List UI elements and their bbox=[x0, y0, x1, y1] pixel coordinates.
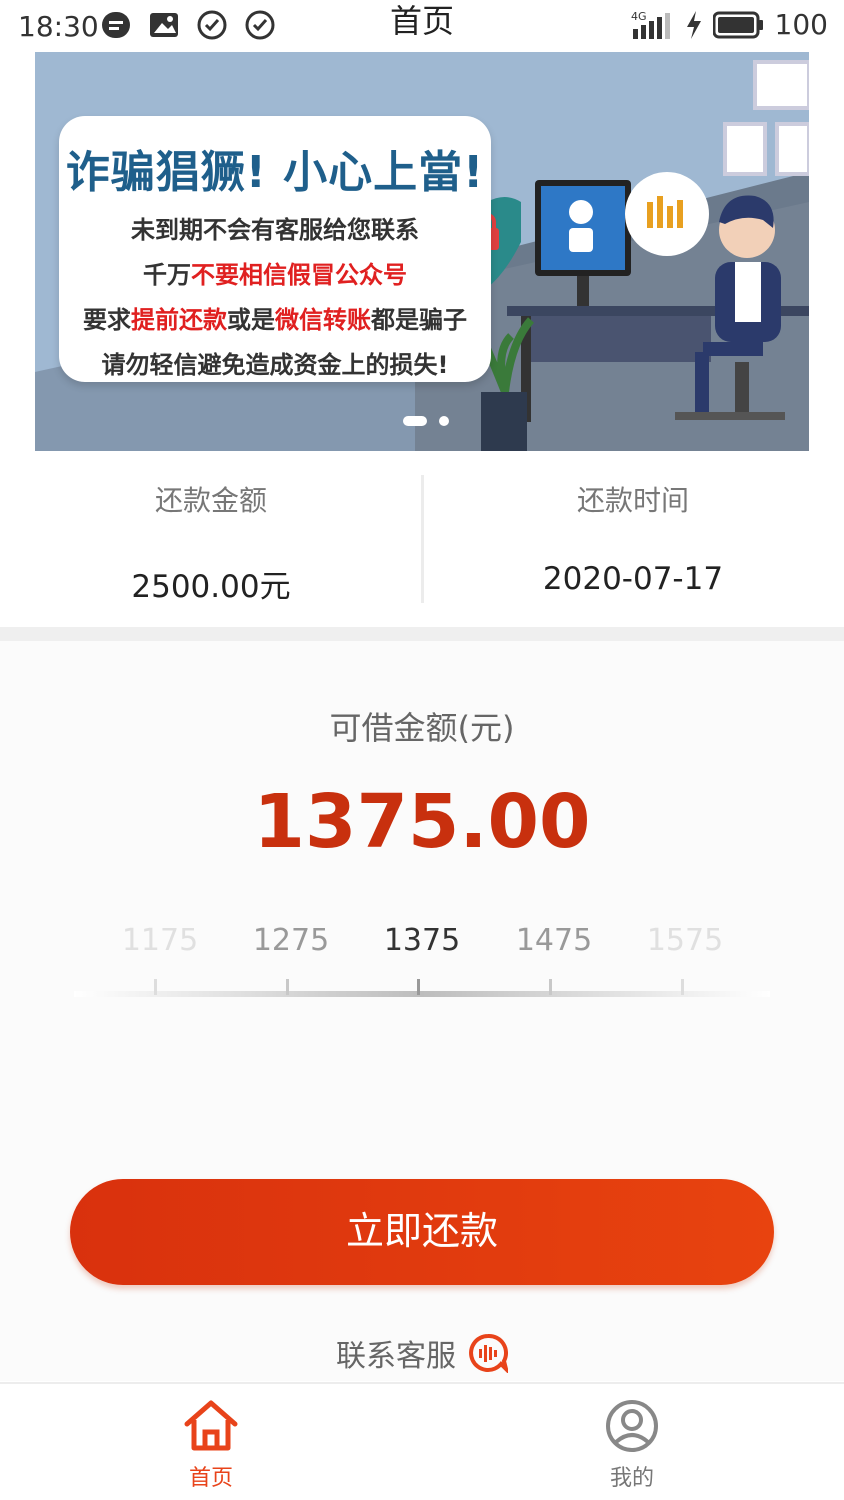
bottom-tab-bar: 首页 我的 bbox=[0, 1382, 844, 1500]
warning-line-1: 未到期不会有客服给您联系 bbox=[131, 216, 419, 244]
ruler-label-selected[interactable]: 1375 bbox=[362, 923, 482, 958]
warning-line-3-prefix: 要求 bbox=[83, 306, 131, 334]
repayment-amount-block: 还款金额 2500.00元 bbox=[0, 451, 422, 627]
ruler-tick bbox=[549, 979, 552, 995]
home-icon[interactable] bbox=[182, 1398, 240, 1454]
section-divider bbox=[0, 627, 844, 641]
available-amount-label: 可借金额(元) bbox=[329, 709, 515, 747]
tab-mine[interactable]: 我的 bbox=[572, 1398, 692, 1492]
svg-text:4G: 4G bbox=[631, 10, 647, 23]
loan-section: 可借金额(元) 1375.00 1175 1275 1375 1475 1575… bbox=[0, 641, 844, 1381]
customer-service-icon[interactable] bbox=[468, 1333, 508, 1373]
ruler-label[interactable]: 1575 bbox=[625, 923, 745, 958]
warning-line-3: 要求提前还款或是微信转账都是骗子 bbox=[59, 300, 491, 335]
fraud-warning-banner[interactable]: 诈骗猖獗! 小心上當! 未到期不会有客服给您联系 千万不要相信假冒公众号 要求提… bbox=[35, 52, 809, 451]
repay-now-button[interactable]: 立即还款 bbox=[70, 1179, 774, 1285]
ruler-label[interactable]: 1275 bbox=[231, 923, 351, 958]
ruler-track[interactable] bbox=[74, 991, 770, 997]
status-bar: 18:30 首页 4G 100 bbox=[0, 0, 844, 52]
profile-icon[interactable] bbox=[604, 1398, 660, 1454]
warning-line-3-mid: 或是 bbox=[227, 306, 275, 334]
ruler-tick bbox=[154, 979, 157, 995]
tab-mine-label[interactable]: 我的 bbox=[572, 1460, 692, 1492]
available-amount-value: 1375.00 bbox=[253, 779, 591, 865]
warning-line-3-highlight-1: 提前还款 bbox=[131, 306, 227, 334]
battery-level: 100 bbox=[774, 8, 828, 41]
repayment-date-block: 还款时间 2020-07-17 bbox=[422, 451, 844, 627]
charging-icon bbox=[686, 10, 701, 39]
tab-home[interactable]: 首页 bbox=[151, 1398, 271, 1492]
repayment-date-value: 2020-07-17 bbox=[542, 561, 724, 597]
carousel-indicator[interactable] bbox=[403, 416, 449, 426]
contact-service-link[interactable]: 联系客服 bbox=[0, 1331, 844, 1375]
tab-home-label[interactable]: 首页 bbox=[151, 1460, 271, 1492]
battery-icon bbox=[712, 11, 763, 38]
repayment-info: 还款金额 2500.00元 还款时间 2020-07-17 bbox=[0, 451, 844, 627]
ruler-tick bbox=[286, 979, 289, 995]
repayment-amount-label: 还款金额 bbox=[154, 484, 267, 517]
ruler-label[interactable]: 1175 bbox=[100, 923, 220, 958]
amount-ruler[interactable]: 1175 1275 1375 1475 1575 bbox=[0, 923, 844, 963]
contact-service-label[interactable]: 联系客服 bbox=[336, 1331, 456, 1375]
warning-line-2: 千万不要相信假冒公众号 bbox=[59, 255, 491, 290]
warning-card: 诈骗猖獗! 小心上當! 未到期不会有客服给您联系 千万不要相信假冒公众号 要求提… bbox=[59, 116, 491, 382]
carousel-dot[interactable] bbox=[439, 416, 449, 426]
repayment-date-label: 还款时间 bbox=[576, 484, 689, 517]
carousel-dot-active[interactable] bbox=[403, 416, 427, 426]
ruler-label[interactable]: 1475 bbox=[494, 923, 614, 958]
warning-line-2-highlight: 不要相信假冒公众号 bbox=[191, 261, 407, 289]
ruler-tick bbox=[681, 979, 684, 995]
warning-line-3-suffix: 都是骗子 bbox=[371, 306, 467, 334]
warning-line-4: 请勿轻信避免造成资金上的损失! bbox=[101, 351, 449, 379]
warning-line-2-prefix: 千万 bbox=[143, 261, 191, 289]
warning-line-3-highlight-2: 微信转账 bbox=[275, 306, 371, 334]
ruler-tick-selected bbox=[417, 979, 420, 995]
signal-icon: 4G bbox=[631, 10, 670, 39]
system-indicators: 4G 100 bbox=[631, 8, 828, 41]
warning-title: 诈骗猖獗! 小心上當! bbox=[65, 147, 485, 198]
repayment-amount-value: 2500.00元 bbox=[131, 569, 291, 605]
